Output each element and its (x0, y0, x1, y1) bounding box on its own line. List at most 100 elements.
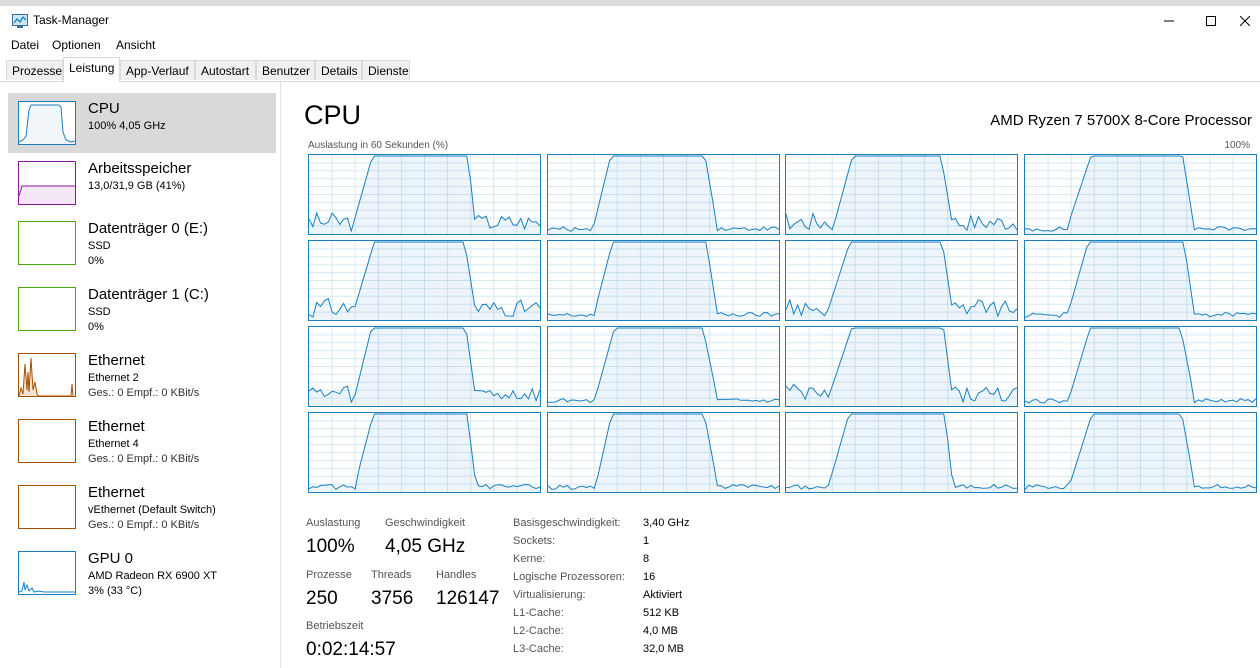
menu-ansicht[interactable]: Ansicht (116, 38, 155, 52)
spec-label: Logische Prozessoren: (513, 571, 625, 583)
threads-value: 3756 (371, 588, 414, 609)
tab-leistung[interactable]: Leistung (63, 57, 120, 82)
tab-benutzer[interactable]: Benutzer (256, 60, 315, 80)
close-button[interactable] (1230, 8, 1260, 34)
spec-value: 1 (643, 535, 650, 547)
sidebar-item-memory[interactable]: Arbeitsspeicher 13,0/31,9 GB (41%) (8, 153, 276, 213)
processes-label: Prozesse (306, 569, 352, 581)
logical-processor-graph (546, 325, 780, 407)
logical-processor-graph (308, 239, 541, 321)
sidebar-title: Datenträger 1 (C:) (88, 286, 209, 303)
ethernet4-thumbnail-graph (18, 419, 76, 463)
spec-label: Basisgeschwindigkeit: (513, 517, 621, 529)
handles-label: Handles (436, 569, 477, 581)
threads-label: Threads (371, 569, 412, 581)
sidebar-detail: 13,0/31,9 GB (41%) (88, 180, 186, 192)
sidebar-detail: AMD Radeon RX 6900 XT (88, 570, 218, 582)
spec-value: 16 (643, 571, 656, 583)
utilization-label: Auslastung (306, 517, 361, 529)
page-title: CPU (304, 100, 362, 130)
sidebar-detail: 100% 4,05 GHz (88, 120, 166, 132)
minimize-icon (1164, 20, 1174, 22)
sidebar-title: GPU 0 (88, 550, 134, 567)
sidebar-detail-2: Ges.: 0 Empf.: 0 KBit/s (88, 387, 200, 399)
logical-processor-graph (785, 154, 1019, 235)
spec-label: L1-Cache: (513, 607, 564, 619)
sidebar-detail: Ethernet 2 (88, 372, 139, 384)
maximize-icon (1206, 16, 1216, 26)
spec-label: L2-Cache: (513, 625, 564, 637)
logical-processor-graph (785, 411, 1019, 493)
tab-dienste[interactable]: Dienste (362, 60, 410, 80)
logical-processor-graphs (308, 154, 1258, 493)
uptime-label: Betriebszeit (306, 620, 364, 632)
sidebar-detail: SSD (88, 240, 111, 252)
spec-value: 32,0 MB (643, 643, 684, 655)
spec-label: Kerne: (513, 553, 546, 565)
sidebar-item-vethernet[interactable]: Ethernet vEthernet (Default Switch) Ges.… (8, 477, 276, 537)
sidebar-detail-2: 0% (88, 321, 104, 333)
logical-processor-graph (308, 325, 541, 407)
logical-processor-graph (785, 239, 1019, 321)
resource-sidebar: CPU 100% 4,05 GHz Arbeitsspeicher 13,0/3… (0, 82, 281, 668)
sidebar-title: Arbeitsspeicher (88, 160, 192, 177)
logical-processor-graph (1024, 154, 1258, 235)
vethernet-thumbnail-graph (18, 485, 76, 529)
gpu-thumbnail-graph (18, 551, 76, 595)
processor-name: AMD Ryzen 7 5700X 8-Core Processor (990, 112, 1252, 129)
handles-value: 126147 (436, 588, 500, 609)
spec-value: 512 KB (643, 607, 680, 619)
sidebar-title: CPU (88, 100, 120, 117)
spec-value: 4,0 MB (643, 625, 678, 637)
logical-processor-graph (546, 239, 780, 321)
menu-datei[interactable]: Datei (11, 38, 39, 52)
utilization-axis-label: Auslastung in 60 Sekunden (%) (308, 140, 449, 151)
logical-processor-graph (785, 325, 1019, 407)
tab-autostart[interactable]: Autostart (195, 60, 256, 80)
tab-app-verlauf[interactable]: App-Verlauf (120, 60, 195, 80)
logical-processor-graph (546, 154, 780, 235)
sidebar-item-disk-1[interactable]: Datenträger 1 (C:) SSD 0% (8, 279, 276, 339)
spec-value: Aktiviert (643, 589, 683, 601)
sidebar-item-ethernet-2[interactable]: Ethernet Ethernet 2 Ges.: 0 Empf.: 0 KBi… (8, 345, 276, 405)
sidebar-item-ethernet-4[interactable]: Ethernet Ethernet 4 Ges.: 0 Empf.: 0 KBi… (8, 411, 276, 471)
spec-value: 3,40 GHz (643, 517, 690, 529)
disk1-thumbnail-graph (18, 287, 76, 331)
menu-optionen[interactable]: Optionen (52, 38, 101, 52)
disk0-thumbnail-graph (18, 221, 76, 265)
sidebar-item-gpu-0[interactable]: GPU 0 AMD Radeon RX 6900 XT 3% (33 °C) (8, 543, 276, 603)
menu-bar: Datei Optionen Ansicht (0, 36, 1260, 56)
tab-details[interactable]: Details (315, 60, 362, 80)
sidebar-item-cpu[interactable]: CPU 100% 4,05 GHz (8, 93, 276, 153)
logical-processor-graph (1024, 325, 1258, 407)
window-title: Task-Manager (33, 13, 110, 27)
sidebar-detail-2: 0% (88, 255, 104, 267)
minimize-button[interactable] (1146, 8, 1192, 34)
cpu-thumbnail-graph (18, 101, 76, 145)
logical-processor-graph (1024, 411, 1258, 493)
sidebar-detail-2: Ges.: 0 Empf.: 0 KBit/s (88, 453, 200, 465)
ethernet2-thumbnail-graph (18, 353, 76, 397)
speed-label: Geschwindigkeit (385, 517, 466, 529)
sidebar-title: Datenträger 0 (E:) (88, 220, 209, 237)
tab-bar: Prozesse Leistung App-Verlauf Autostart … (0, 57, 1260, 82)
spec-value: 8 (643, 553, 650, 565)
speed-value: 4,05 GHz (385, 536, 466, 557)
spec-label: L3-Cache: (513, 643, 564, 655)
close-icon (1240, 16, 1250, 26)
uptime-value: 0:02:14:57 (306, 639, 396, 660)
sidebar-item-disk-0[interactable]: Datenträger 0 (E:) SSD 0% (8, 213, 276, 273)
task-manager-icon (12, 14, 28, 28)
sidebar-title: Ethernet (88, 352, 145, 369)
logical-processor-graph (308, 154, 541, 235)
logical-processor-graph (546, 411, 780, 493)
sidebar-detail-2: 3% (33 °C) (88, 585, 142, 597)
maximize-button[interactable] (1188, 8, 1234, 34)
sidebar-title: Ethernet (88, 418, 145, 435)
spec-label: Virtualisierung: (513, 589, 586, 601)
title-bar: Task-Manager (0, 6, 1260, 36)
sidebar-detail: vEthernet (Default Switch) (88, 504, 216, 516)
tab-prozesse[interactable]: Prozesse (6, 60, 63, 80)
sidebar-detail: Ethernet 4 (88, 438, 139, 450)
sidebar-title: Ethernet (88, 484, 145, 501)
